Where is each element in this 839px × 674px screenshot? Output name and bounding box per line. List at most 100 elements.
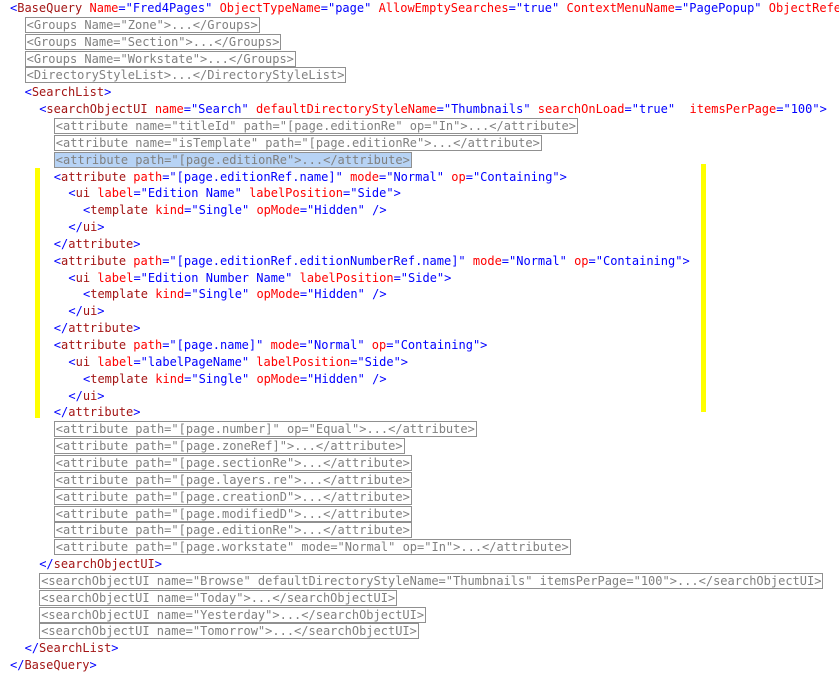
code-line[interactable]: <searchObjectUI name="Today">...</search… [39, 589, 398, 607]
code-token: < [53, 253, 62, 268]
code-token: =" [162, 338, 177, 352]
collapsed-region[interactable]: <attribute path="[page.number]" op="Equa… [53, 421, 477, 438]
code-token: template [90, 203, 149, 218]
code-token: op [574, 253, 589, 268]
code-line[interactable]: </SearchList> [25, 640, 119, 657]
collapsed-region[interactable]: <searchObjectUI name="Today">...</search… [39, 589, 398, 606]
code-line[interactable]: <BaseQuery Name="Fred4Pages" ObjectTypeN… [10, 0, 839, 17]
code-line[interactable]: <template kind="Single" opMode="Hidden" … [83, 202, 387, 219]
code-token: =" [386, 338, 401, 352]
collapsed-region[interactable]: <DirectoryStyleList>...</DirectoryStyleL… [24, 67, 347, 84]
code-token: Normal [313, 338, 358, 352]
code-token: AllowEmptySearches [378, 1, 509, 15]
code-token: < [68, 186, 76, 201]
code-token: ui [75, 186, 91, 201]
code-token: mode [350, 169, 379, 184]
code-line[interactable]: <Groups Name="Zone">...</Groups> [24, 16, 260, 34]
code-token: =" [320, 1, 336, 15]
code-line[interactable]: <ui label="labelPageName" labelPosition=… [68, 354, 408, 371]
code-line[interactable]: </attribute> [54, 320, 141, 337]
code-line[interactable]: <ui label="Edition Number Name" labelPos… [68, 270, 451, 287]
code-token: [page.editionRef.editionNumberRef.name] [176, 253, 459, 268]
code-token: " [357, 203, 365, 218]
code-line[interactable]: </searchObjectUI> [39, 556, 162, 573]
code-line[interactable]: <searchObjectUI name="Yesterday">...</se… [39, 606, 427, 624]
code-line[interactable]: <attribute path="[page.editionRe">...</a… [53, 522, 412, 539]
collapsed-region[interactable]: <searchObjectUI name="Yesterday">...</se… [39, 606, 427, 623]
code-token: " [559, 253, 567, 268]
code-token: [page.name] [176, 338, 257, 352]
code-line[interactable]: <searchObjectUI name="Browse" defaultDir… [39, 572, 824, 590]
code-line[interactable]: <DirectoryStyleList>...</DirectoryStyleL… [24, 67, 347, 84]
selected-collapsed-region[interactable]: <attribute path="[page.editionRe">...</a… [53, 151, 412, 168]
code-line[interactable]: <attribute path="[page.number]" op="Equa… [53, 421, 477, 438]
code-token: template [90, 371, 149, 386]
collapsed-region[interactable]: <Groups Name="Section">...</Groups> [24, 33, 282, 50]
code-line[interactable]: <attribute name="titleId" path="[page.ed… [53, 117, 578, 135]
collapsed-region[interactable]: <attribute name="isTemplate" path="[page… [53, 134, 542, 151]
code-token: " [754, 1, 762, 15]
collapsed-region[interactable]: <attribute path="[page.editionRe">...</a… [53, 522, 412, 539]
collapsed-region[interactable]: <searchObjectUI name="Tomorrow">...</sea… [39, 623, 419, 640]
code-token: Edition Name [147, 186, 235, 201]
code-line[interactable]: </ui> [68, 219, 104, 236]
code-token: > [97, 388, 105, 403]
code-token: =" [184, 371, 199, 386]
code-line[interactable]: <attribute path="[page.zoneRef]">...</at… [53, 438, 405, 455]
code-line[interactable]: <Groups Name="Section">...</Groups> [24, 33, 282, 51]
code-token: ui [82, 220, 98, 235]
code-token: " [523, 102, 531, 117]
code-line[interactable]: </attribute> [54, 404, 141, 421]
code-token: Containing [602, 253, 676, 268]
collapsed-region[interactable]: <attribute path="[page.creationD">...</a… [53, 488, 412, 505]
code-line[interactable]: <attribute path="[page.name]" mode="Norm… [54, 337, 488, 354]
code-token: =" [299, 338, 314, 352]
code-line[interactable]: <attribute path="[page.layers.re">...</a… [53, 471, 412, 489]
collapsed-region[interactable]: <attribute name="titleId" path="[page.ed… [53, 117, 578, 134]
code-line[interactable]: <attribute path="[page.editionRef.name]"… [54, 169, 567, 186]
code-token: path [133, 253, 163, 268]
collapsed-region[interactable]: <attribute path="[page.zoneRef]">...</at… [53, 438, 405, 455]
code-token: BaseQuery [24, 658, 90, 673]
code-token: ui [82, 304, 98, 319]
code-line[interactable]: <SearchList> [25, 84, 112, 101]
code-line[interactable]: <attribute path="[page.modifiedD">...</a… [53, 505, 412, 523]
code-line[interactable]: <Groups Name="Workstate">...</Groups> [24, 50, 296, 68]
code-token: < [53, 338, 62, 352]
code-line[interactable]: <searchObjectUI name="Tomorrow">...</sea… [39, 623, 419, 640]
code-line[interactable]: <template kind="Single" opMode="Hidden" … [83, 371, 387, 388]
code-token: kind [155, 203, 185, 218]
code-line[interactable]: <template kind="Single" opMode="Hidden" … [83, 286, 387, 303]
code-token: ui [75, 354, 91, 369]
code-line[interactable]: </attribute> [54, 236, 141, 253]
code-token: Single [198, 371, 242, 386]
code-line[interactable]: </ui> [68, 303, 104, 320]
code-line[interactable]: <searchObjectUI name="Search" defaultDir… [39, 101, 827, 118]
collapsed-region[interactable]: <attribute path="[page.sectionRe">...</a… [53, 454, 412, 471]
collapsed-region[interactable]: <attribute path="[page.workstate" mode="… [53, 539, 571, 556]
code-line[interactable]: </ui> [68, 388, 104, 405]
code-line[interactable]: <ui label="Edition Name" labelPosition="… [68, 185, 400, 202]
code-line[interactable]: <attribute path="[page.editionRef.editio… [54, 253, 690, 270]
collapsed-region[interactable]: <Groups Name="Workstate">...</Groups> [24, 50, 296, 67]
code-line[interactable]: <attribute path="[page.sectionRe">...</a… [53, 454, 412, 472]
code-token: kind [155, 371, 185, 386]
code-line[interactable]: <attribute path="[page.workstate" mode="… [53, 539, 571, 556]
code-token: " [357, 371, 365, 386]
code-token: </ [53, 321, 69, 336]
collapsed-region[interactable]: <searchObjectUI name="Browse" defaultDir… [39, 572, 824, 589]
code-line[interactable]: <attribute path="[page.editionRe">...</a… [53, 151, 412, 169]
collapsed-region[interactable]: <Groups Name="Zone">...</Groups> [24, 16, 260, 33]
code-token: Containing [400, 338, 473, 352]
code-token: =" [501, 253, 517, 268]
code-line[interactable]: <attribute name="isTemplate" path="[page… [53, 134, 542, 152]
code-token: path [133, 338, 163, 352]
code-token: labelPageName [147, 354, 242, 369]
code-line[interactable]: </BaseQuery> [10, 657, 97, 674]
collapsed-region[interactable]: <attribute path="[page.layers.re">...</a… [53, 471, 412, 488]
code-token: " [241, 102, 249, 117]
code-line[interactable]: <attribute path="[page.creationD">...</a… [53, 488, 412, 506]
collapsed-region[interactable]: <attribute path="[page.modifiedD">...</a… [53, 505, 412, 522]
